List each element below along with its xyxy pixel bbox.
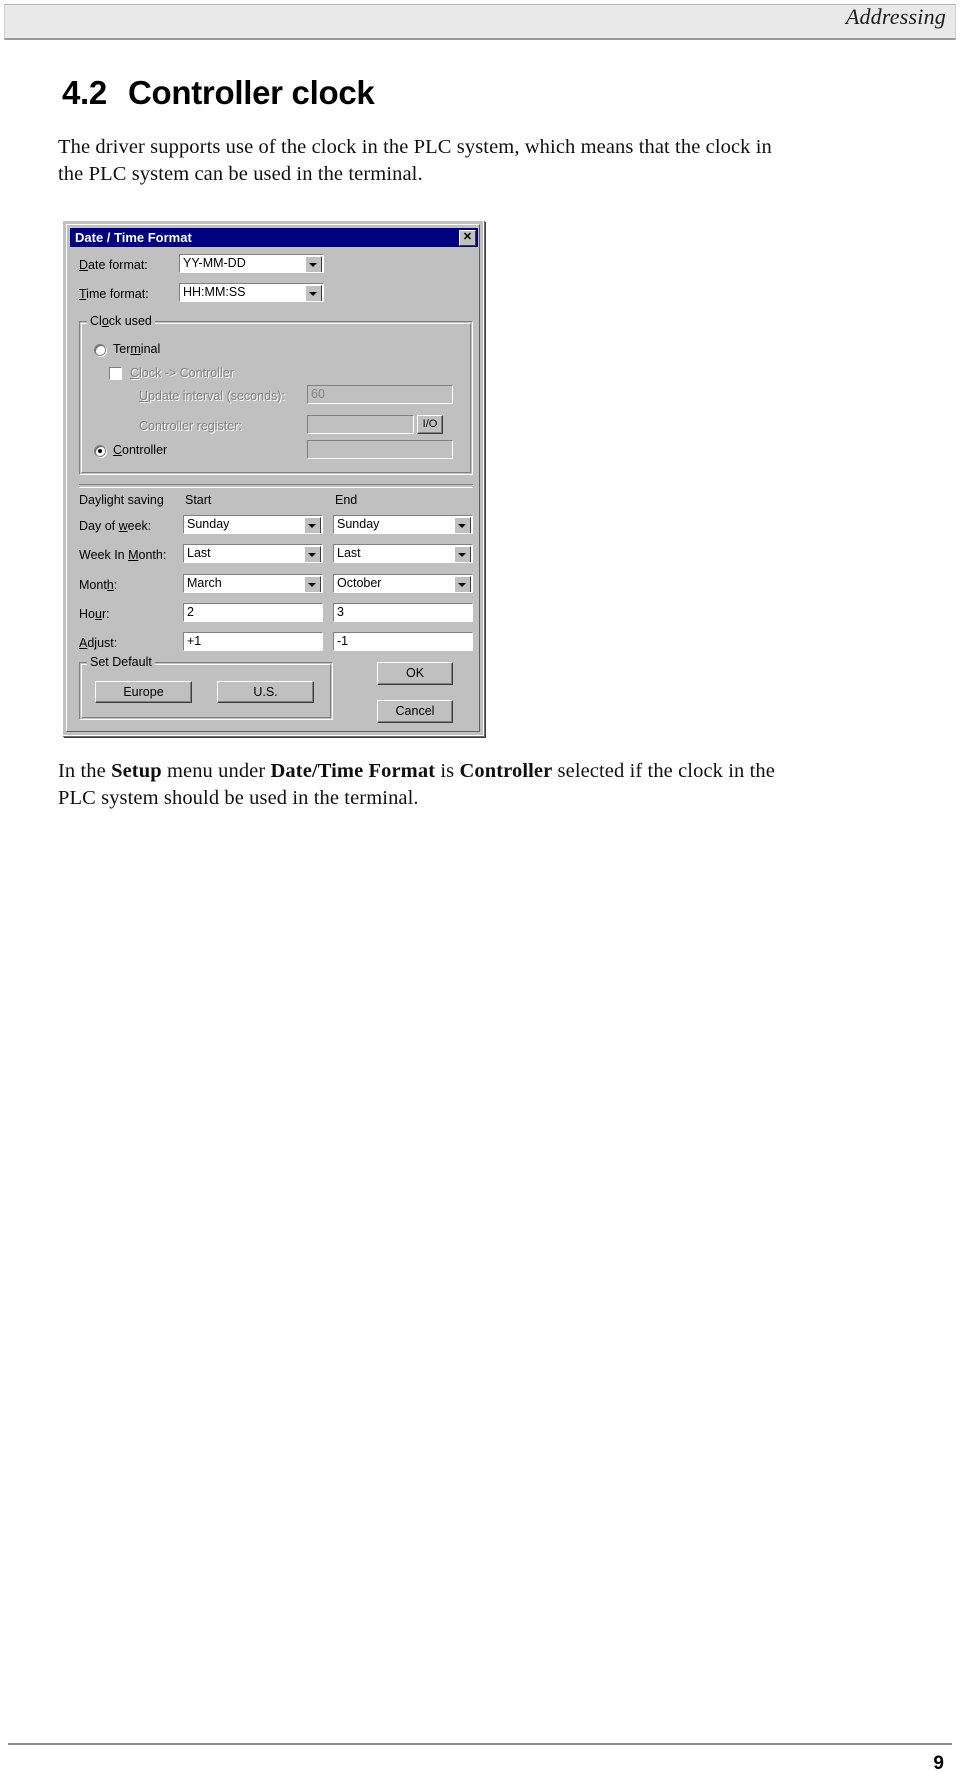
month-end-value: October [337,576,382,590]
footer-rule [8,1743,952,1745]
outro-bold-datetime: Date/Time Format [270,760,436,782]
update-interval-input[interactable]: 60 [307,385,453,404]
daylight-saving-label: Daylight saving [79,493,164,507]
week-in-month-end-combo[interactable]: Last [333,544,473,563]
daylight-saving-separator [79,484,473,488]
controller-register-input[interactable] [307,415,414,434]
chevron-down-icon[interactable] [454,576,471,592]
month-start-combo[interactable]: March [183,574,323,593]
outro-paragraph: In the Setup menu under Date/Time Format… [58,758,783,812]
adjust-start-value: +1 [187,634,202,648]
page-header-band [4,4,956,40]
terminal-radio-label[interactable]: Terminal [113,342,160,356]
chevron-down-icon[interactable] [305,285,322,301]
week-in-month-start-value: Last [187,546,211,560]
hour-end-value: 3 [337,605,344,619]
daylight-start-column-header: Start [185,493,212,507]
dialog-title: Date / Time Format [75,230,192,245]
intro-paragraph: The driver supports use of the clock in … [58,136,772,185]
hour-end-input[interactable]: 3 [333,603,473,622]
adjust-label: Adjust: [79,636,118,650]
io-button[interactable]: I/O [417,415,443,434]
adjust-start-input[interactable]: +1 [183,632,323,651]
hour-start-value: 2 [187,605,194,619]
chevron-down-icon[interactable] [304,517,321,533]
time-format-value: HH:MM:SS [183,285,246,299]
time-format-label: Time format: [79,287,149,301]
clock-to-controller-label[interactable]: Clock -> Controller [130,366,234,380]
day-of-week-start-value: Sunday [187,517,230,531]
controller-register-label: Controller register: [139,419,242,433]
section-title: Controller clock [128,74,375,111]
dialog-client-area: Date / Time Format ✕ Date format: YY-MM-… [66,224,480,732]
adjust-end-input[interactable]: -1 [333,632,473,651]
running-header-title: Addressing [845,4,946,29]
day-of-week-end-combo[interactable]: Sunday [333,515,473,534]
hour-label: Hour: [79,607,110,621]
page-title: 4.2 Controller clock [62,74,375,112]
week-in-month-start-combo[interactable]: Last [183,544,323,563]
hour-start-input[interactable]: 2 [183,603,323,622]
controller-radio-label[interactable]: Controller [113,443,167,457]
outro-text-2: menu under [161,760,271,782]
date-time-format-dialog: Date / Time Format ✕ Date format: YY-MM-… [62,220,484,736]
outro-text-1: In the [58,760,112,782]
day-of-week-start-combo[interactable]: Sunday [183,515,323,534]
chevron-down-icon[interactable] [454,517,471,533]
controller-radio[interactable] [94,445,106,457]
set-default-group-label: Set Default [87,655,155,669]
month-start-value: March [187,576,222,590]
date-format-value: YY-MM-DD [183,256,246,270]
outro-bold-setup: Setup [111,760,162,782]
adjust-end-value: -1 [337,634,349,648]
date-format-label: Date format: [79,258,148,272]
cancel-button[interactable]: Cancel [377,700,453,723]
clock-used-group-label: Clock used [87,314,155,328]
chevron-down-icon[interactable] [454,546,471,562]
europe-button[interactable]: Europe [95,681,192,703]
time-format-combo[interactable]: HH:MM:SS [179,283,324,302]
section-number: 4.2 [62,74,107,111]
month-end-combo[interactable]: October [333,574,473,593]
day-of-week-label: Day of week: [79,519,152,533]
dialog-titlebar: Date / Time Format ✕ [70,228,478,247]
daylight-end-column-header: End [335,493,358,507]
outro-text-3: is [435,760,460,782]
terminal-radio[interactable] [94,344,106,356]
week-in-month-label: Week In Month: [79,548,167,562]
date-format-combo[interactable]: YY-MM-DD [179,254,324,273]
chevron-down-icon[interactable] [304,546,321,562]
outro-bold-controller: Controller [459,760,553,782]
ok-button[interactable]: OK [377,662,453,685]
day-of-week-end-value: Sunday [337,517,380,531]
chevron-down-icon[interactable] [304,576,321,592]
month-label: Month: [79,578,118,592]
us-button[interactable]: U.S. [217,681,314,703]
update-interval-value: 60 [311,387,325,401]
update-interval-label: Update interval (seconds): [139,389,285,403]
controller-register-input-2[interactable] [307,440,453,459]
close-icon[interactable]: ✕ [459,230,476,246]
clock-to-controller-checkbox[interactable] [109,367,122,380]
chevron-down-icon[interactable] [305,256,322,272]
page-number: 9 [933,1753,944,1774]
week-in-month-end-value: Last [337,546,361,560]
